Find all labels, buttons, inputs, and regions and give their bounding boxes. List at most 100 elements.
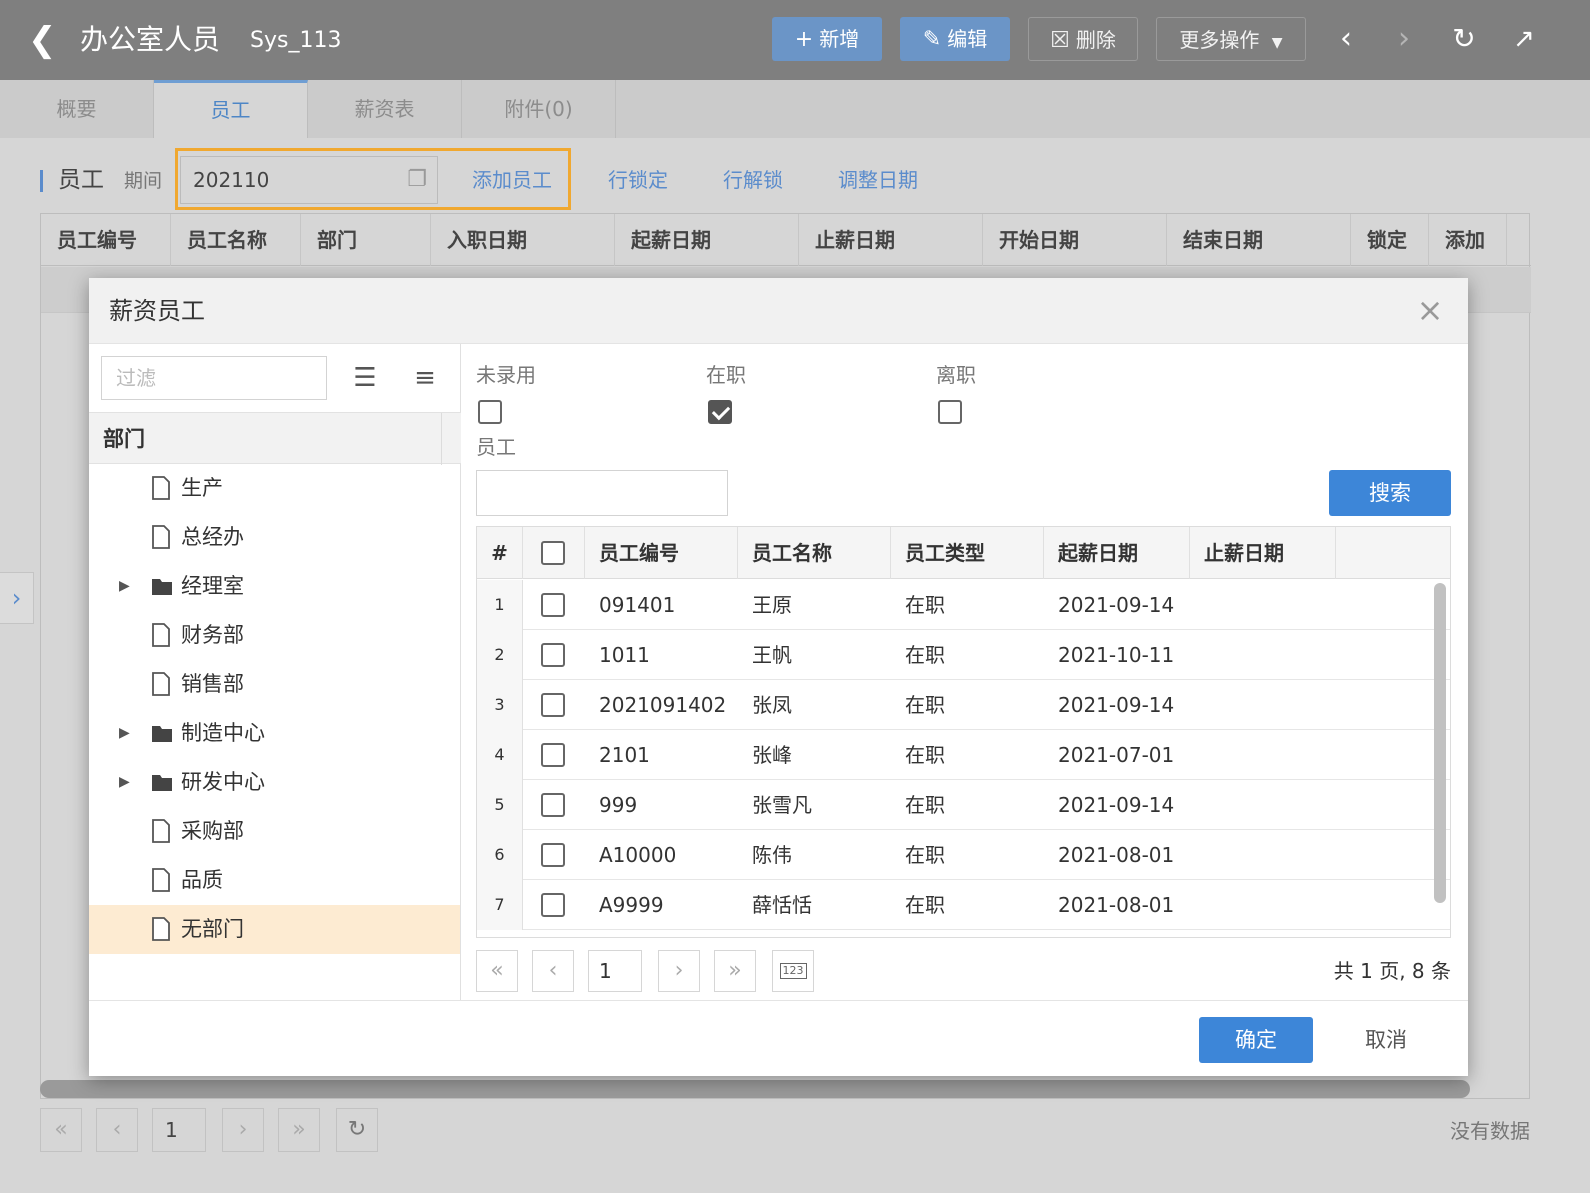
- table-row[interactable]: 5 999 张雪凡 在职 2021-09-14: [477, 780, 1450, 830]
- active-checkbox[interactable]: [708, 400, 732, 424]
- column-header[interactable]: 入职日期: [431, 214, 615, 266]
- employee-label: 员工: [476, 435, 516, 459]
- cell-type: 在职: [905, 743, 945, 767]
- tree-item-finance[interactable]: 财务部: [89, 611, 460, 660]
- column-header[interactable]: 员工编号: [41, 214, 171, 266]
- page-input[interactable]: 1: [152, 1108, 206, 1152]
- refresh-icon[interactable]: ↻: [336, 1108, 378, 1152]
- column-header-name[interactable]: 员工名称: [738, 527, 891, 579]
- search-button[interactable]: 搜索: [1329, 470, 1451, 516]
- prev-page-icon[interactable]: ‹: [96, 1108, 138, 1152]
- row-checkbox[interactable]: [541, 843, 565, 867]
- column-header[interactable]: 起薪日期: [615, 214, 799, 266]
- tree-item-purchasing[interactable]: 采购部: [89, 807, 460, 856]
- table-row[interactable]: 7 A9999 薛恬恬 在职 2021-08-01: [477, 880, 1450, 930]
- edit-button[interactable]: ✎ 编辑: [900, 17, 1010, 61]
- plus-icon: +: [794, 27, 814, 52]
- employee-search-input[interactable]: [476, 470, 728, 516]
- cell-type: 在职: [905, 893, 945, 917]
- next-page-icon[interactable]: ›: [658, 950, 700, 992]
- column-header-type[interactable]: 员工类型: [891, 527, 1044, 579]
- expand-arrow-icon[interactable]: ▶: [119, 574, 130, 598]
- column-header[interactable]: 锁定: [1351, 214, 1429, 266]
- table-header: 员工编号 员工名称 部门 入职日期 起薪日期 止薪日期 开始日期 结束日期 锁定…: [41, 214, 1531, 266]
- first-page-icon[interactable]: «: [476, 950, 518, 992]
- column-header[interactable]: 结束日期: [1167, 214, 1351, 266]
- close-icon[interactable]: ×: [1412, 292, 1448, 328]
- table-row[interactable]: 3 2021091402 张凤 在职 2021-09-14: [477, 680, 1450, 730]
- tree-item-manager-office[interactable]: ▶ 经理室: [89, 562, 460, 611]
- last-page-icon[interactable]: »: [278, 1108, 320, 1152]
- list-icon[interactable]: ≡: [407, 360, 443, 396]
- table-row[interactable]: 4 2101 张峰 在职 2021-07-01: [477, 730, 1450, 780]
- column-header[interactable]: 员工名称: [171, 214, 301, 266]
- expand-arrow-icon[interactable]: ▶: [119, 770, 130, 794]
- confirm-button[interactable]: 确定: [1199, 1017, 1313, 1063]
- chevron-left-icon[interactable]: ❮: [28, 20, 57, 60]
- expand-arrow-icon[interactable]: ▶: [119, 721, 130, 745]
- row-lock-link[interactable]: 行锁定: [608, 164, 668, 196]
- tree-item-rnd[interactable]: ▶ 研发中心: [89, 758, 460, 807]
- tree-item-gm-office[interactable]: 总经办: [89, 513, 460, 562]
- dialog-footer: 确定 取消: [89, 1000, 1468, 1076]
- tab-attachments[interactable]: 附件(0): [462, 80, 616, 138]
- filter-input[interactable]: [101, 356, 327, 400]
- select-all-checkbox[interactable]: [541, 541, 565, 565]
- share-icon[interactable]: ↗: [1504, 18, 1544, 60]
- add-button[interactable]: + 新增: [772, 17, 882, 61]
- column-header[interactable]: 部门: [301, 214, 431, 266]
- first-page-icon[interactable]: «: [40, 1108, 82, 1152]
- table-row[interactable]: 1 091401 王原 在职 2021-09-14: [477, 580, 1450, 630]
- column-header-code[interactable]: 员工编号: [585, 527, 738, 579]
- row-checkbox[interactable]: [541, 643, 565, 667]
- left-checkbox[interactable]: [938, 400, 962, 424]
- more-actions-dropdown[interactable]: 更多操作 ▼: [1156, 17, 1306, 61]
- last-page-icon[interactable]: »: [714, 950, 756, 992]
- row-checkbox[interactable]: [541, 593, 565, 617]
- unhired-checkbox[interactable]: [478, 400, 502, 424]
- vertical-scrollbar[interactable]: [1434, 583, 1446, 903]
- column-header[interactable]: 止薪日期: [799, 214, 983, 266]
- tree-item-quality[interactable]: 品质: [89, 856, 460, 905]
- next-page-icon[interactable]: ›: [222, 1108, 264, 1152]
- tab-overview[interactable]: 概要: [0, 80, 154, 138]
- expand-all-icon[interactable]: ☰: [347, 360, 383, 396]
- row-checkbox[interactable]: [541, 893, 565, 917]
- add-employee-link[interactable]: 添加员工: [472, 164, 552, 196]
- top-bar: ❮ 办公室人员 Sys_113 + 新增 ✎ 编辑 ☒ 删除 更多操作 ▼ ‹ › ↻…: [0, 0, 1590, 80]
- row-unlock-link[interactable]: 行解锁: [723, 164, 783, 196]
- refresh-icon[interactable]: ↻: [1444, 18, 1484, 60]
- row-checkbox[interactable]: [541, 793, 565, 817]
- page-input[interactable]: 1: [588, 950, 642, 992]
- chevron-right-icon[interactable]: ›: [0, 572, 34, 624]
- row-checkbox[interactable]: [541, 743, 565, 767]
- prev-page-icon[interactable]: ‹: [532, 950, 574, 992]
- tab-employees[interactable]: 员工: [154, 80, 308, 138]
- cell-start-date: 2021-10-11: [1058, 643, 1175, 667]
- table-row[interactable]: 2 1011 王帆 在职 2021-10-11: [477, 630, 1450, 680]
- tree-item-sales[interactable]: 销售部: [89, 660, 460, 709]
- prev-record-icon[interactable]: ‹: [1326, 18, 1366, 60]
- table-row[interactable]: 6 A10000 陈伟 在职 2021-08-01: [477, 830, 1450, 880]
- adjust-date-link[interactable]: 调整日期: [838, 164, 918, 196]
- tree-item-manufacturing[interactable]: ▶ 制造中心: [89, 709, 460, 758]
- column-header[interactable]: 添加: [1429, 214, 1507, 266]
- cell-name: 陈伟: [752, 843, 792, 867]
- page-size-icon[interactable]: 123: [772, 950, 814, 992]
- cancel-button[interactable]: 取消: [1349, 1017, 1423, 1063]
- next-record-icon[interactable]: ›: [1384, 18, 1424, 60]
- employee-grid: # 员工编号 员工名称 员工类型 起薪日期 止薪日期 1 091401 王原 在…: [476, 526, 1451, 938]
- tab-payroll[interactable]: 薪资表: [308, 80, 462, 138]
- row-checkbox[interactable]: [541, 693, 565, 717]
- cell-start-date: 2021-08-01: [1058, 893, 1175, 917]
- tree-item-no-department[interactable]: 无部门: [89, 905, 460, 954]
- column-header-end-date[interactable]: 止薪日期: [1190, 527, 1336, 579]
- tree-item-production[interactable]: 生产: [89, 464, 460, 513]
- horizontal-scrollbar[interactable]: [40, 1080, 1470, 1098]
- column-header[interactable]: 开始日期: [983, 214, 1167, 266]
- column-header-start-date[interactable]: 起薪日期: [1044, 527, 1190, 579]
- cell-code: 1011: [599, 643, 650, 667]
- column-header-index: #: [477, 527, 523, 579]
- cell-type: 在职: [905, 643, 945, 667]
- delete-button[interactable]: ☒ 删除: [1028, 17, 1138, 61]
